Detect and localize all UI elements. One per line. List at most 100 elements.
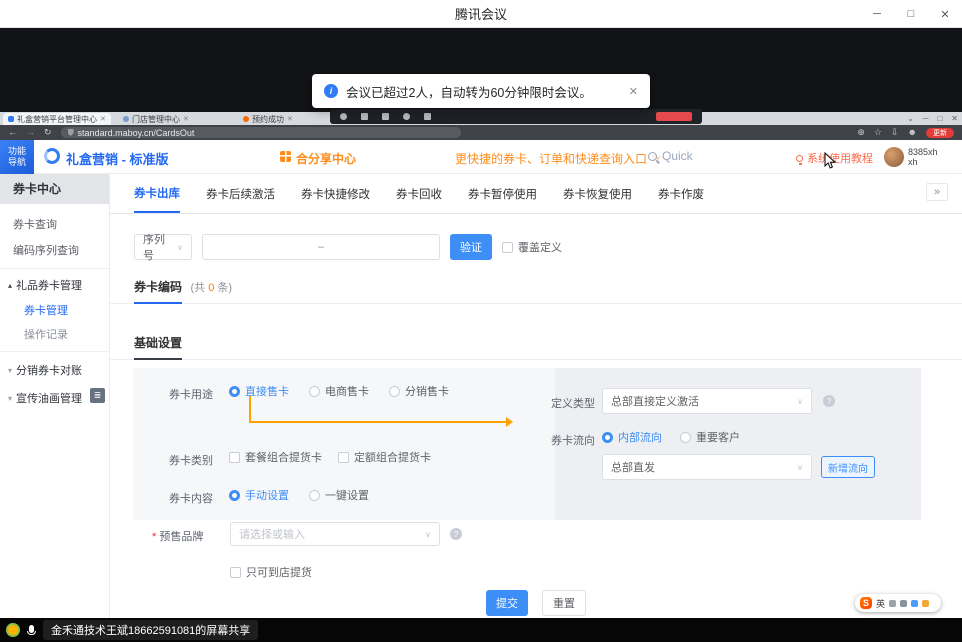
- tab-menu-icon[interactable]: ⌄: [907, 114, 914, 123]
- sidebar-item-card-query[interactable]: 券卡查询: [0, 212, 109, 238]
- maximize-button[interactable]: □: [894, 0, 928, 28]
- camera-icon[interactable]: [361, 113, 368, 120]
- sidebar-collapse-toggle[interactable]: ≣: [90, 388, 105, 403]
- back-icon[interactable]: ←: [8, 128, 17, 137]
- download-icon[interactable]: ⇩: [891, 128, 899, 137]
- end-share-button[interactable]: [656, 112, 692, 121]
- tab-card-outbound[interactable]: 券卡出库: [134, 174, 180, 213]
- tab-close-icon[interactable]: ✕: [100, 115, 106, 123]
- browser-maximize-icon[interactable]: □: [937, 114, 942, 123]
- checkbox-icon: [230, 567, 241, 578]
- sidebar-item-card-management[interactable]: 券卡管理: [0, 299, 109, 323]
- close-button[interactable]: ✕: [928, 0, 962, 28]
- define-type-select[interactable]: 总部直接定义激活 ∨: [602, 388, 812, 414]
- range-separator: –: [318, 241, 324, 253]
- handwriting-icon[interactable]: [889, 600, 896, 607]
- browser-tab-2[interactable]: 门店管理中心 ✕: [118, 113, 194, 125]
- profile-icon[interactable]: ☻: [908, 128, 917, 137]
- screen-share-bottombar: 金禾通技术王斌18662591081的屏幕共享: [0, 618, 962, 642]
- refresh-icon[interactable]: ↻: [44, 128, 52, 137]
- tab-card-void[interactable]: 券卡作废: [658, 174, 704, 213]
- tab-close-icon[interactable]: ✕: [183, 115, 189, 123]
- share-screen-icon[interactable]: [382, 113, 389, 120]
- verify-button[interactable]: 验证: [450, 234, 492, 260]
- tab-basic-settings[interactable]: 基础设置: [134, 334, 182, 360]
- sidebar-group-distribution[interactable]: ▾ 分销券卡对账: [0, 358, 109, 384]
- card-code-section-header: 券卡编码 (共 0 条): [110, 278, 962, 304]
- radio-distribution-sale[interactable]: 分销售卡: [389, 383, 449, 399]
- serial-type-select[interactable]: 序列号 ∨: [134, 234, 192, 260]
- radio-ecommerce-sale[interactable]: 电商售卡: [309, 383, 369, 399]
- tab-card-suspend[interactable]: 券卡暂停使用: [468, 174, 537, 213]
- checkbox-fixed-combo-pickup-card[interactable]: 定额组合提货卡: [338, 449, 431, 465]
- chat-icon[interactable]: [424, 113, 431, 120]
- tencent-meeting-window: 腾讯会议 ─ □ ✕ 礼盒营销平台管理中心 ✕: [0, 0, 962, 642]
- help-icon[interactable]: ?: [823, 395, 835, 407]
- override-definition-label: 覆盖定义: [518, 239, 562, 255]
- flow-label: 券卡流向: [519, 432, 595, 448]
- count-suffix: 条): [214, 282, 232, 294]
- flow-select[interactable]: 总部直发 ∨: [602, 454, 812, 480]
- url-field[interactable]: standard.maboy.cn/CardsOut: [61, 127, 461, 138]
- submit-button[interactable]: 提交: [486, 590, 528, 616]
- tab-title: 预约成功: [252, 114, 284, 125]
- collapse-panel-button[interactable]: »: [926, 183, 948, 201]
- browser-update-button[interactable]: 更新: [926, 128, 954, 138]
- tab-card-activate[interactable]: 券卡后续激活: [206, 174, 275, 213]
- tab-favicon: [8, 116, 14, 122]
- code-range-input[interactable]: –: [202, 234, 440, 260]
- browser-tab-3[interactable]: 预约成功 ✕: [238, 113, 298, 125]
- ime-logo-icon[interactable]: S: [860, 597, 872, 609]
- promo-entry-link[interactable]: 更快捷的券卡、订单和快递查询入口 ☞: [455, 150, 662, 167]
- radio-manual-setup[interactable]: 手动设置: [229, 487, 289, 503]
- quick-search[interactable]: Quick: [648, 149, 693, 163]
- favorites-star-icon[interactable]: ☆: [874, 128, 882, 137]
- mic-icon[interactable]: [340, 113, 347, 120]
- add-flow-button[interactable]: 新增流向: [821, 456, 875, 478]
- mouse-cursor: [824, 152, 836, 175]
- addressbar-actions: ⊕ ☆ ⇩ ☻ 更新: [857, 128, 954, 138]
- checkbox-combo-pickup-card[interactable]: 套餐组合提货卡: [229, 449, 322, 465]
- window-title: 腾讯会议: [455, 4, 507, 23]
- zoom-icon[interactable]: ⊕: [857, 128, 865, 137]
- browser-close-icon[interactable]: ✕: [951, 114, 958, 123]
- tab-close-icon[interactable]: ✕: [287, 115, 293, 123]
- tab-card-quick-edit[interactable]: 券卡快捷修改: [301, 174, 370, 213]
- toolbox-icon[interactable]: [911, 600, 918, 607]
- main-content: 券卡出库 券卡后续激活 券卡快捷修改 券卡回收 券卡暂停使用 券卡恢复使用 券卡…: [110, 174, 962, 620]
- sidebar-group-gift-card[interactable]: ▴ 礼品券卡管理: [0, 273, 109, 299]
- radio-one-click-setup[interactable]: 一键设置: [309, 487, 369, 503]
- members-icon[interactable]: [403, 113, 410, 120]
- user-avatar[interactable]: [884, 147, 904, 167]
- function-nav-button[interactable]: 功能 导航: [0, 140, 34, 174]
- microphone-icon[interactable]: [27, 625, 36, 635]
- page-tabs: 券卡出库 券卡后续激活 券卡快捷修改 券卡回收 券卡暂停使用 券卡恢复使用 券卡…: [110, 174, 962, 214]
- presale-brand-label: * 预售品牌: [152, 528, 203, 544]
- radio-direct-sale[interactable]: 直接售卡: [229, 383, 289, 399]
- ime-language-indicator[interactable]: 英: [876, 597, 885, 610]
- sidebar-item-operation-log[interactable]: 操作记录: [0, 323, 109, 347]
- forward-icon[interactable]: →: [26, 128, 35, 137]
- store-only-checkbox[interactable]: 只可到店提货: [230, 564, 312, 580]
- sharer-avatar-icon: [6, 623, 20, 637]
- tab-card-resume[interactable]: 券卡恢复使用: [563, 174, 632, 213]
- browser-minimize-icon[interactable]: ─: [923, 114, 929, 123]
- reset-button[interactable]: 重置: [542, 590, 586, 616]
- share-center-link[interactable]: 合分享中心: [296, 150, 356, 167]
- footer-actions: 提交 重置: [110, 590, 962, 616]
- radio-important-customer[interactable]: 重要客户: [680, 429, 740, 445]
- toast-close-icon[interactable]: ✕: [629, 85, 638, 98]
- radio-internal-flow[interactable]: 内部流向: [602, 429, 662, 445]
- tab-card-recycle[interactable]: 券卡回收: [396, 174, 442, 213]
- minimize-button[interactable]: ─: [860, 0, 894, 28]
- skin-icon[interactable]: [922, 600, 929, 607]
- browser-tab-1[interactable]: 礼盒营销平台管理中心 ✕: [3, 113, 111, 125]
- override-definition-checkbox[interactable]: 覆盖定义: [502, 239, 562, 255]
- tab-title: 门店管理中心: [132, 114, 180, 125]
- sidebar-divider: [0, 268, 109, 269]
- presale-brand-select[interactable]: 请选择或输入 ∨: [230, 522, 440, 546]
- gift-icon: [280, 151, 291, 162]
- help-icon[interactable]: ?: [450, 528, 462, 540]
- keyboard-icon[interactable]: [900, 600, 907, 607]
- sidebar-item-serial-query[interactable]: 编码序列查询: [0, 238, 109, 264]
